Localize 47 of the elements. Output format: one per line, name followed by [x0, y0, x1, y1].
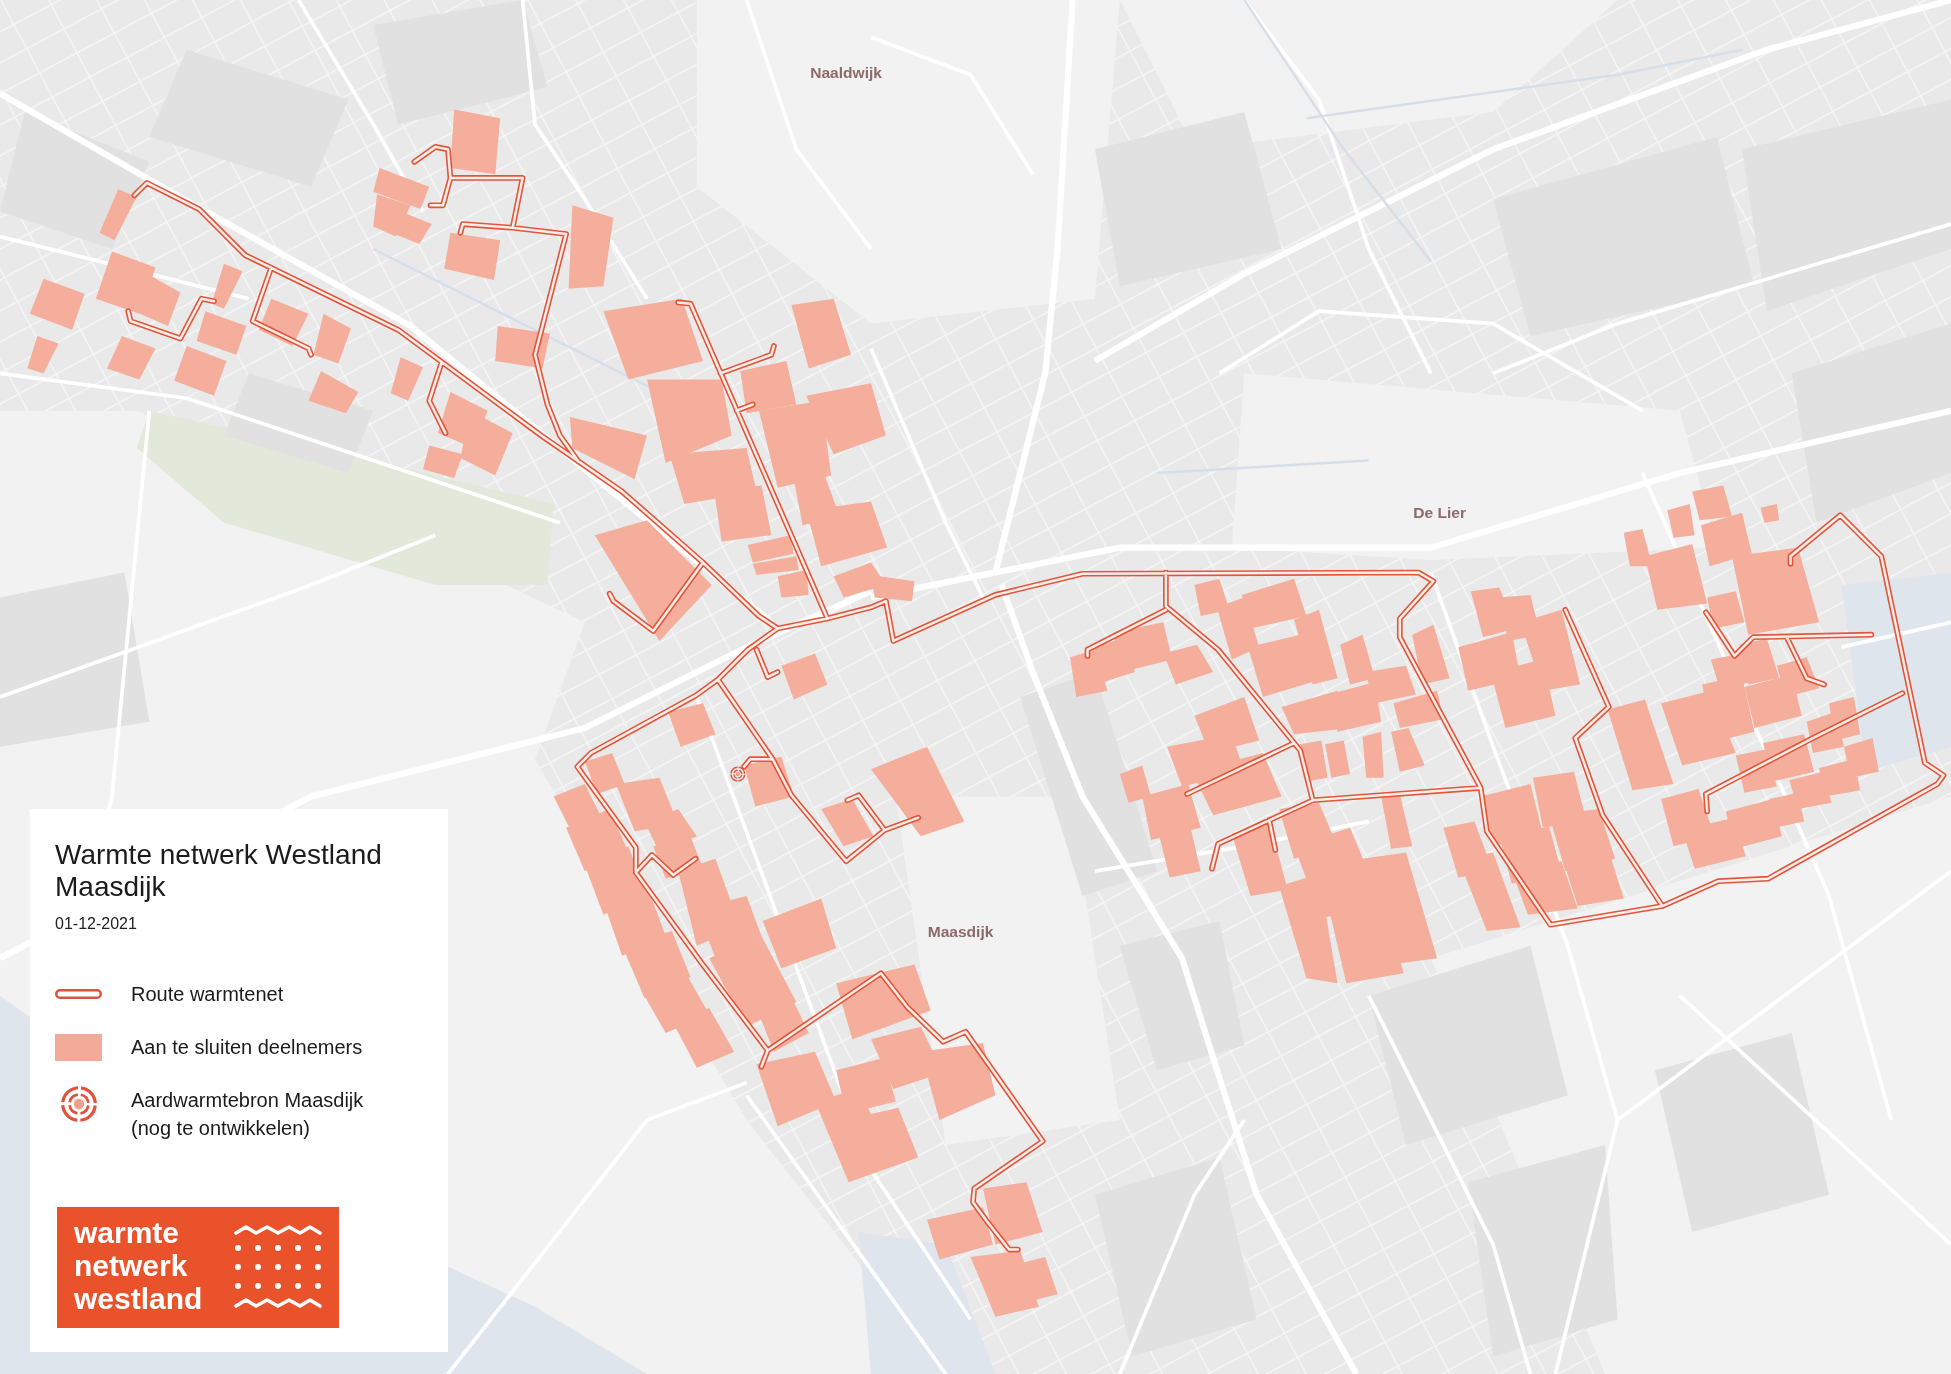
parcel	[258, 298, 309, 346]
target-icon	[60, 1086, 97, 1122]
parcel	[444, 232, 501, 281]
legend-label: Aan te sluiten deelnemers	[131, 1035, 363, 1060]
parcel	[211, 263, 243, 309]
parcel	[1163, 644, 1214, 685]
parcel	[29, 278, 85, 330]
legend-label: Aardwarmtebron Maasdijk (nog te ontwikkelen)	[131, 1088, 365, 1141]
parcel	[871, 575, 915, 602]
parcel	[1763, 734, 1815, 782]
parcel	[390, 357, 424, 401]
parcel	[1760, 504, 1780, 523]
parcel	[308, 370, 359, 414]
parcel	[107, 336, 156, 380]
parcel	[1549, 808, 1616, 872]
parcel	[1300, 740, 1328, 782]
parcel	[174, 346, 227, 396]
legend-title: Warmte netwerk Westland Maasdijk	[55, 839, 383, 903]
parcel	[1667, 504, 1695, 538]
parcel	[926, 1207, 993, 1260]
parcel	[1565, 858, 1624, 907]
parcel	[791, 298, 852, 369]
parcel	[99, 189, 137, 241]
parcel	[668, 703, 716, 747]
parcel	[1739, 638, 1780, 685]
parcel	[1776, 657, 1820, 697]
area-swatch-icon	[55, 1033, 102, 1061]
parcel	[1070, 649, 1108, 697]
legend-label: Route warmtenet	[131, 982, 284, 1007]
logo-wordmark: warmte netwerk westland	[74, 1216, 203, 1315]
parcel	[27, 336, 59, 374]
parcel	[95, 251, 156, 314]
parcel	[781, 653, 828, 700]
legend-date: 01-12-2021	[55, 914, 137, 934]
target-icon	[730, 766, 746, 782]
parcel	[313, 313, 351, 364]
place-label: Naaldwijk	[810, 64, 882, 82]
parcel	[196, 311, 247, 355]
parcel	[495, 326, 550, 369]
place-label: Maasdijk	[927, 923, 994, 941]
parcel	[744, 756, 794, 807]
parcel	[450, 109, 501, 175]
wave-dots-icon	[234, 1224, 322, 1310]
place-label: De Lier	[1413, 503, 1466, 521]
parcel	[1829, 696, 1861, 741]
parcel	[982, 1182, 1043, 1245]
parcel	[1325, 740, 1350, 778]
